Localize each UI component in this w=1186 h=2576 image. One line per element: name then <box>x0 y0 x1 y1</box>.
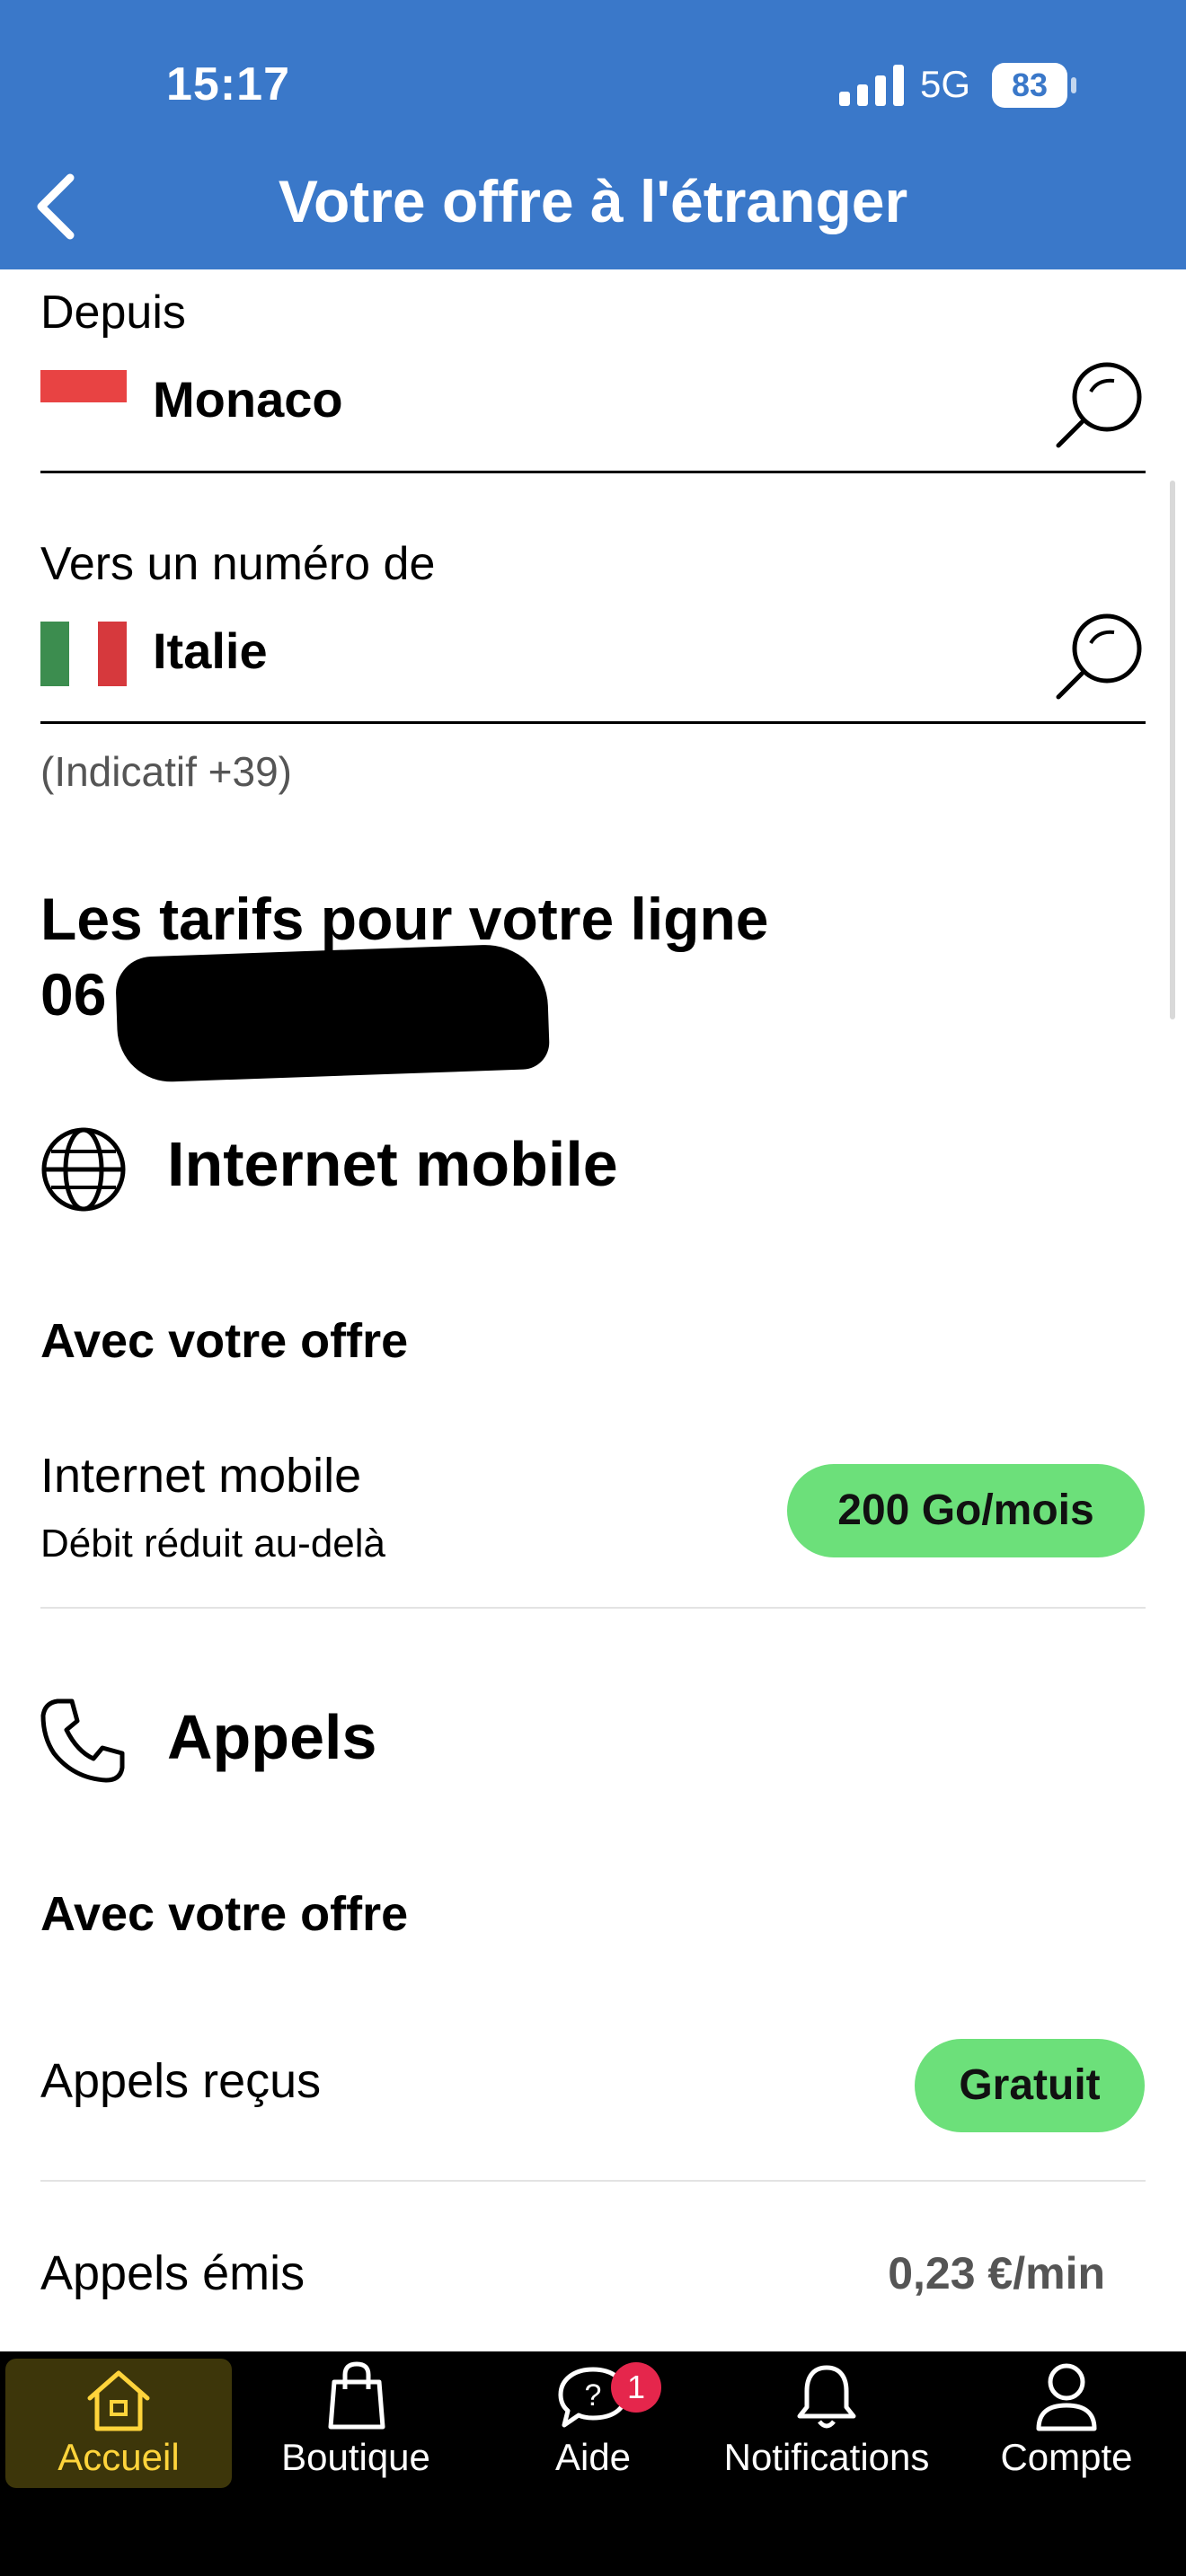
tab-label: Notifications <box>723 2436 930 2478</box>
internet-offer-subheading: Avec votre offre <box>40 1314 409 1368</box>
tab-boutique[interactable]: Boutique <box>243 2351 469 2481</box>
shopping-bag-icon <box>328 2361 385 2430</box>
page-title: Votre offre à l'étranger <box>278 168 908 234</box>
tab-accueil[interactable]: Accueil <box>5 2359 232 2488</box>
tab-compte[interactable]: Compte <box>952 2351 1181 2481</box>
battery-icon: 83 <box>992 63 1078 108</box>
calls-emitted-price: 0,23 €/min <box>888 2248 1105 2298</box>
calls-emitted-label: Appels émis <box>40 2246 305 2300</box>
phone-icon <box>40 1698 125 1783</box>
calls-offer-subheading: Avec votre offre <box>40 1887 409 1941</box>
data-allowance-badge: 200 Go/mois <box>787 1464 1145 1557</box>
country-code-hint: (Indicatif +39) <box>40 748 292 795</box>
globe-icon <box>41 1127 126 1212</box>
tab-label: Accueil <box>58 2436 180 2478</box>
signal-icon <box>839 65 904 106</box>
line-number-prefix: 06 <box>40 961 107 1028</box>
redaction-scribble <box>114 942 551 1084</box>
calls-received-label: Appels reçus <box>40 2054 322 2108</box>
monaco-flag-icon <box>40 370 127 402</box>
to-country-value[interactable]: Italie <box>153 622 268 680</box>
status-time: 15:17 <box>166 58 290 110</box>
notification-badge: 1 <box>611 2362 661 2413</box>
to-field-underline <box>40 721 1146 724</box>
internet-row-title: Internet mobile <box>40 1449 362 1503</box>
search-icon[interactable] <box>1051 607 1150 706</box>
calls-section-title: Appels <box>167 1702 377 1772</box>
app-header: 15:17 5G 83 Votre offre à l'étranger <box>0 0 1186 269</box>
to-label: Vers un numéro de <box>40 538 436 590</box>
tab-label: Compte <box>1000 2436 1133 2478</box>
tab-label: Aide <box>554 2436 632 2478</box>
svg-text:?: ? <box>585 2378 602 2413</box>
internet-section-title: Internet mobile <box>167 1129 618 1199</box>
home-icon <box>87 2370 150 2431</box>
divider <box>40 1607 1146 1609</box>
calls-received-badge: Gratuit <box>915 2039 1145 2132</box>
internet-row-subtitle: Débit réduit au-delà <box>40 1522 386 1566</box>
user-icon <box>1036 2363 1097 2431</box>
from-label: Depuis <box>40 287 186 339</box>
rates-heading: Les tarifs pour votre ligne <box>40 886 769 952</box>
battery-level: 83 <box>1011 66 1049 103</box>
bell-icon <box>797 2365 856 2429</box>
bottom-tab-bar: Accueil Boutique ? 1 Aide Notifications … <box>0 2351 1186 2576</box>
tab-aide[interactable]: ? 1 Aide <box>480 2351 706 2481</box>
tab-notifications[interactable]: Notifications <box>712 2351 942 2481</box>
italy-flag-icon <box>40 622 127 686</box>
divider <box>40 2180 1146 2182</box>
from-country-value[interactable]: Monaco <box>153 370 343 428</box>
search-icon[interactable] <box>1051 356 1150 454</box>
tab-label: Boutique <box>281 2436 430 2478</box>
network-type: 5G <box>920 63 971 105</box>
scrollbar[interactable] <box>1170 481 1175 1019</box>
from-field-underline <box>40 471 1146 473</box>
